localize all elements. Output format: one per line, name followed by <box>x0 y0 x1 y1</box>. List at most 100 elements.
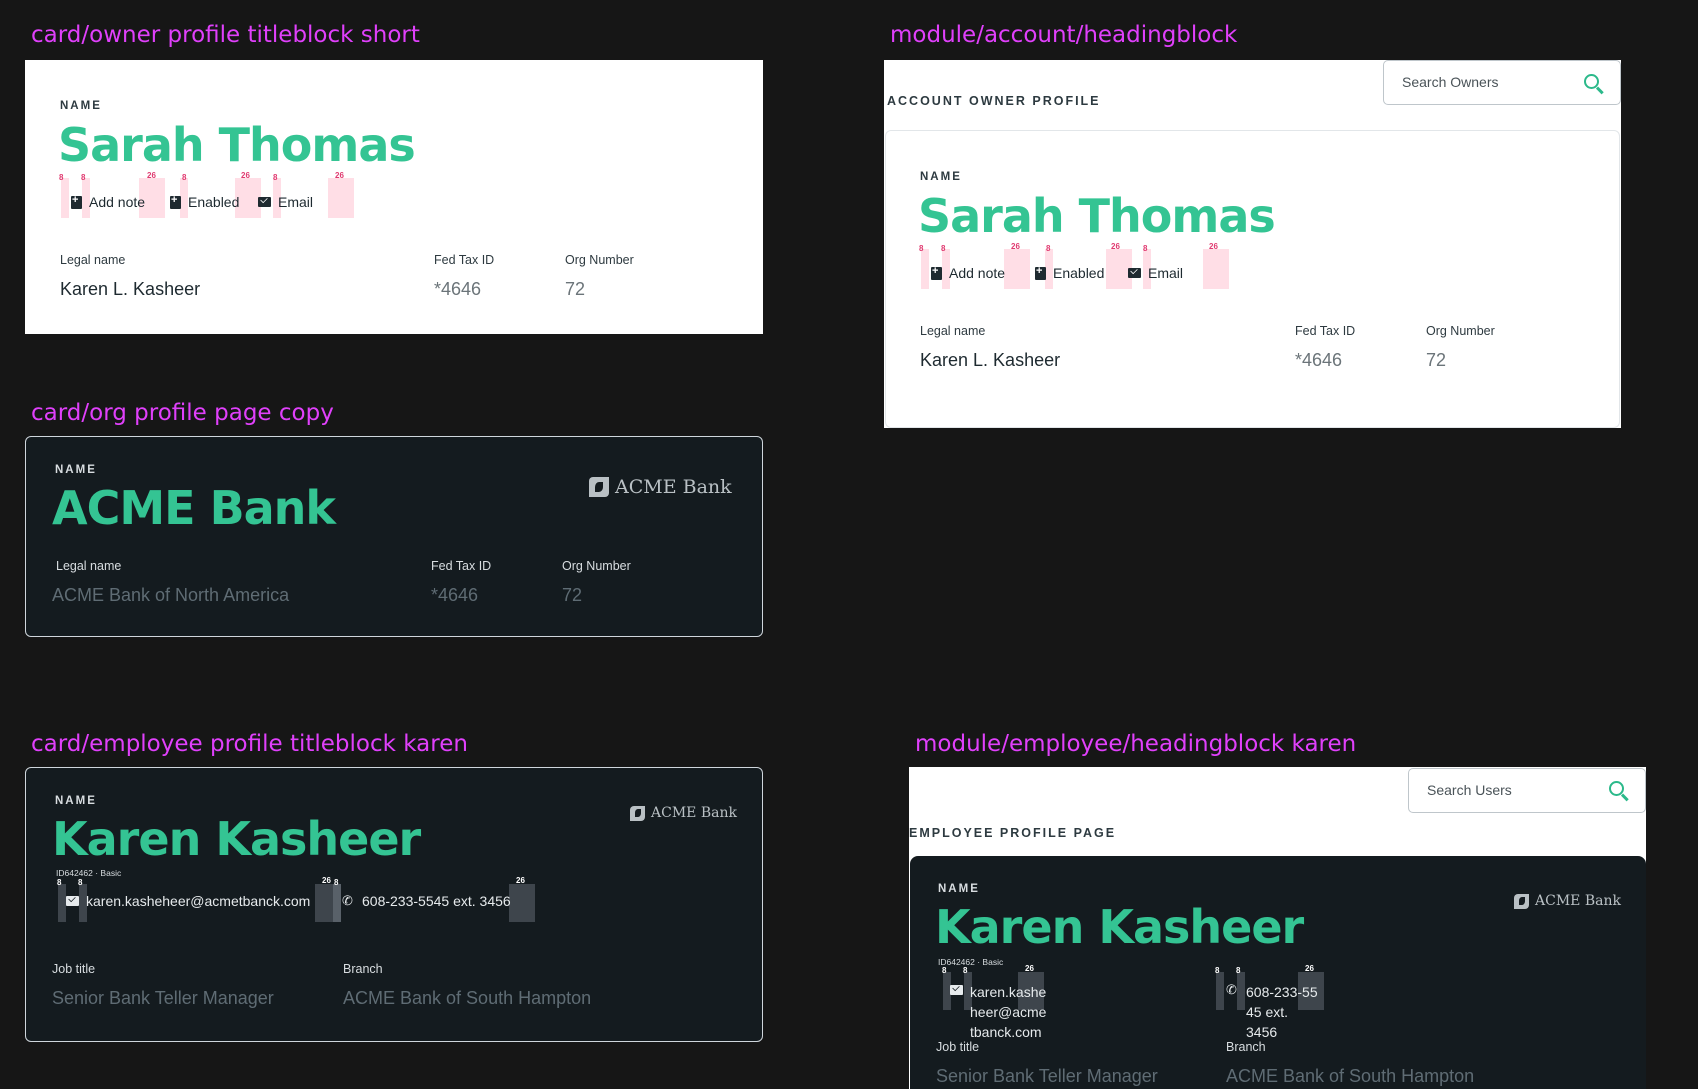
spacing-label: 8 <box>942 966 947 975</box>
add-note-button[interactable]: Add note <box>71 194 145 210</box>
name-label: NAME <box>938 883 980 895</box>
spacing-label: 8 <box>1046 244 1051 253</box>
job-title-label: Job title <box>936 1040 980 1054</box>
legal-name-label: Legal name <box>920 324 986 338</box>
frame-title-owner: card/owner profile titleblock short <box>31 22 420 48</box>
email-value-wrapped: karen.kashe heer@acme tbanck.com <box>970 982 1046 1042</box>
name-label: NAME <box>55 464 97 476</box>
acme-logo: ACME Bank <box>1514 893 1621 909</box>
branch-value: ACME Bank of South Hampton <box>1226 1066 1475 1086</box>
spacing-label: 8 <box>1236 966 1241 975</box>
spacing-label: 8 <box>941 244 946 253</box>
phone-line: 45 ext. <box>1246 1004 1289 1020</box>
frame-title-employee: card/employee profile titleblock karen <box>31 731 468 757</box>
spacing-marker <box>61 178 69 218</box>
branch-value: ACME Bank of South Hampton <box>343 988 592 1008</box>
spacing-marker <box>1203 249 1229 289</box>
search-users-field[interactable]: Search Users <box>1408 768 1646 813</box>
org-number-value: 72 <box>562 585 583 605</box>
email-link[interactable]: karen.kashe heer@acme tbanck.com <box>950 982 1046 1042</box>
acme-logo: ACME Bank <box>630 805 737 821</box>
acme-logo-text: ACME Bank <box>615 476 732 498</box>
search-owners-field[interactable]: Search Owners <box>1383 60 1621 105</box>
spacing-label: 26 <box>1209 242 1218 251</box>
enabled-icon <box>170 194 181 209</box>
phone-value: 608-233-5545 ext. 3456 <box>362 893 511 909</box>
org-number-label: Org Number <box>565 253 634 267</box>
spacing-label: 8 <box>78 878 83 887</box>
phone-value-wrapped: 608-233-55 45 ext. 3456 <box>1246 982 1318 1042</box>
org-profile-card: NAME ACME Bank ACME Bank Legal name ACME… <box>25 436 763 637</box>
name-label: NAME <box>55 795 97 807</box>
phone-link[interactable]: ✆ 608-233-5545 ext. 3456 <box>342 893 511 909</box>
employee-heading-module: EMPLOYEE PROFILE PAGE Search Users NAME … <box>909 767 1646 1089</box>
email-line: heer@acme <box>970 1004 1047 1020</box>
employee-profile-card: NAME Karen Kasheer ID642462 · Basic ACME… <box>25 767 763 1042</box>
mail-icon <box>66 896 79 906</box>
org-number-label: Org Number <box>1426 324 1495 338</box>
employee-id: ID642462 · Basic <box>56 868 122 878</box>
spacing-label: 8 <box>182 173 187 182</box>
legal-name-value: Karen L. Kasheer <box>920 350 1061 370</box>
spacing-label: 8 <box>1215 966 1220 975</box>
spacing-marker <box>58 884 66 922</box>
frame-title-employee-module: module/employee/headingblock karen <box>915 731 1357 757</box>
employee-name: Karen Kasheer <box>935 900 1304 954</box>
employee-heading-title: EMPLOYEE PROFILE PAGE <box>909 826 1117 840</box>
add-note-label: Add note <box>949 265 1006 281</box>
account-heading-module: ACCOUNT OWNER PROFILE Search Owners NAME… <box>884 60 1621 428</box>
email-link[interactable]: karen.kasheheer@acmetbanck.com <box>66 893 310 909</box>
enabled-button[interactable]: Enabled <box>170 194 239 210</box>
spacing-label: 26 <box>1011 242 1020 251</box>
employee-id: ID642462 · Basic <box>938 957 1004 967</box>
frame-title-account: module/account/headingblock <box>890 22 1238 48</box>
email-button[interactable]: Email <box>258 194 313 210</box>
email-button[interactable]: Email <box>1128 265 1183 281</box>
owner-profile-card: NAME Sarah Thomas 8 8 26 8 26 8 26 Add n… <box>885 130 1620 428</box>
spacing-label: 26 <box>1305 964 1314 973</box>
legal-name-value: ACME Bank of North America <box>52 585 290 605</box>
acme-logo-text: ACME Bank <box>651 805 737 821</box>
branch-label: Branch <box>343 962 383 976</box>
employee-profile-card: NAME Karen Kasheer ID642462 · Basic ACME… <box>910 856 1646 1089</box>
employee-name: Karen Kasheer <box>52 812 421 866</box>
spacing-label: 26 <box>516 876 525 885</box>
add-note-button[interactable]: Add note <box>931 265 1005 281</box>
spacing-label: 8 <box>963 966 968 975</box>
spacing-marker <box>1004 249 1030 289</box>
search-users-placeholder: Search Users <box>1427 782 1512 798</box>
frame-title-org: card/org profile page copy <box>31 400 334 426</box>
name-label: NAME <box>920 171 962 183</box>
search-owners-placeholder: Search Owners <box>1402 74 1499 90</box>
legal-name-label: Legal name <box>56 559 122 573</box>
add-note-label: Add note <box>89 194 146 210</box>
spacing-label: 26 <box>1111 242 1120 251</box>
email-line: tbanck.com <box>970 1024 1042 1040</box>
job-title-value: Senior Bank Teller Manager <box>52 988 274 1008</box>
spacing-label: 8 <box>334 878 339 887</box>
fed-tax-value: *4646 <box>431 585 479 605</box>
org-number-label: Org Number <box>562 559 631 573</box>
phone-link[interactable]: ✆ 608-233-55 45 ext. 3456 <box>1226 982 1318 1042</box>
acme-logo-icon <box>630 805 645 821</box>
name-label: NAME <box>60 100 102 112</box>
account-heading-title: ACCOUNT OWNER PROFILE <box>887 94 1101 108</box>
email-value: karen.kasheheer@acmetbanck.com <box>86 893 311 909</box>
enabled-icon <box>1035 265 1046 280</box>
profile-name: Sarah Thomas <box>58 118 416 172</box>
email-label: Email <box>1148 265 1184 281</box>
search-icon[interactable] <box>1609 781 1624 796</box>
spacing-label: 8 <box>59 173 64 182</box>
spacing-marker <box>1216 972 1224 1010</box>
profile-name: Sarah Thomas <box>918 189 1276 243</box>
enabled-button[interactable]: Enabled <box>1035 265 1104 281</box>
add-note-icon <box>71 194 82 209</box>
search-icon[interactable] <box>1584 74 1599 89</box>
spacing-marker <box>328 178 354 218</box>
fed-tax-label: Fed Tax ID <box>434 253 495 267</box>
spacing-label: 26 <box>1025 964 1034 973</box>
mail-icon <box>950 985 963 995</box>
acme-logo-text: ACME Bank <box>1535 893 1621 909</box>
org-number-value: 72 <box>565 279 586 299</box>
spacing-label: 26 <box>241 171 250 180</box>
